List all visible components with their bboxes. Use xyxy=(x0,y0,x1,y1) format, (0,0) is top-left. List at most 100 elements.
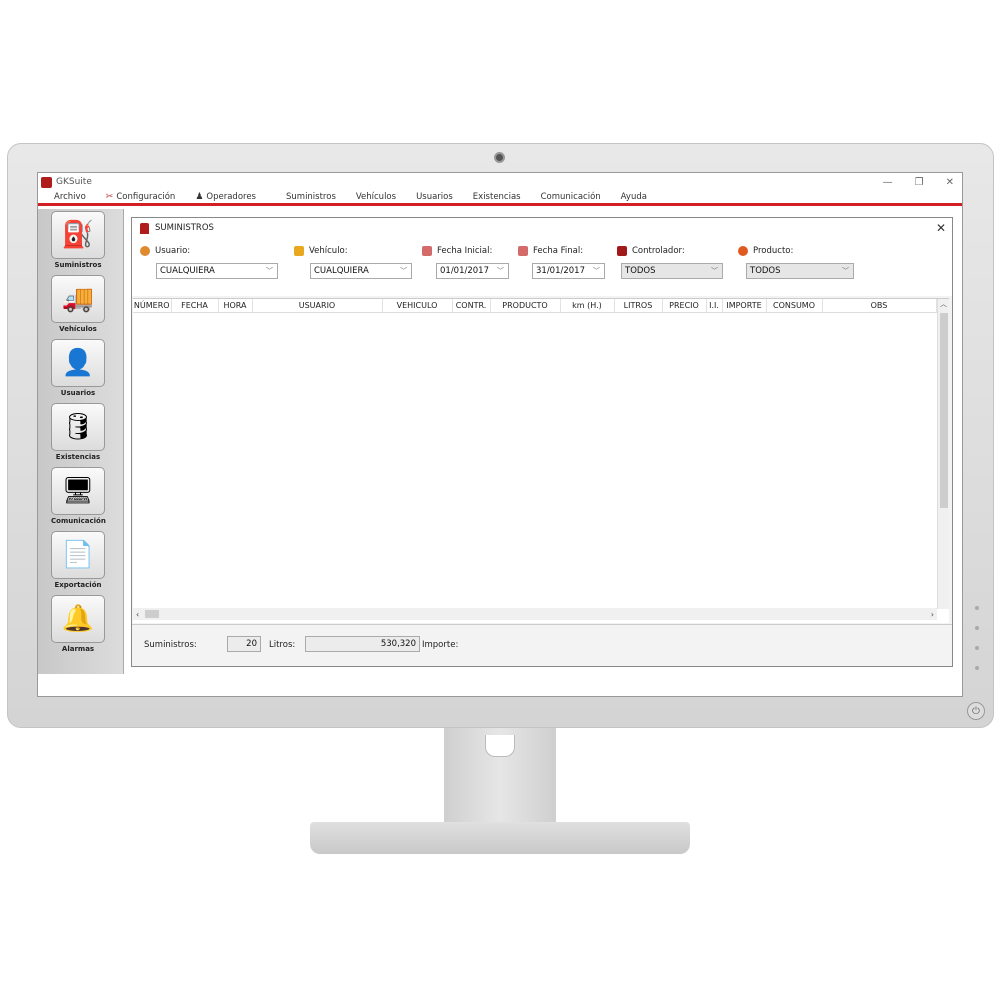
column-header[interactable]: km (H.) xyxy=(560,299,615,313)
window-title: GKSuite xyxy=(56,177,92,187)
tools-icon: ✂ xyxy=(105,192,114,202)
menu-configuracion[interactable]: ✂ Configuración xyxy=(106,192,176,202)
usuario-select[interactable]: CUALQUIERA ﹀ xyxy=(156,263,278,279)
sidebar-label: Alarmas xyxy=(61,645,95,653)
dialog-close-button[interactable]: ✕ xyxy=(936,221,946,235)
filter-producto: Producto: TODOS ﹀ xyxy=(738,244,854,279)
column-header[interactable]: CONSUMO xyxy=(766,299,823,313)
vehiculo-select[interactable]: CUALQUIERA ﹀ xyxy=(310,263,412,279)
sidebar-label: Exportación xyxy=(54,581,102,589)
truck-icon[interactable]: 🚚 xyxy=(51,275,105,323)
chevron-down-icon: ﹀ xyxy=(842,267,849,275)
sidebar-item-comunicacion[interactable]: 🖥 Comunicación xyxy=(51,467,106,525)
chevron-down-icon: ﹀ xyxy=(400,267,407,275)
operator-icon: ♟ xyxy=(195,192,204,202)
webcam xyxy=(494,152,505,163)
chevron-down-icon: ﹀ xyxy=(497,267,504,275)
dialog-title-bar: SUMINISTROS ✕ xyxy=(132,218,952,238)
scroll-up-icon[interactable]: ︿ xyxy=(938,299,949,309)
table-header: NÚMERO FECHA HORA USUARIO VEHICULO CONTR… xyxy=(133,299,937,313)
fecha-final-picker[interactable]: 31/01/2017 ﹀ xyxy=(532,263,605,279)
column-header[interactable]: HORA xyxy=(218,299,253,313)
column-header[interactable]: USUARIO xyxy=(252,299,383,313)
filter-controlador: Controlador: TODOS ﹀ xyxy=(617,244,723,279)
importe-label: Importe: xyxy=(422,640,459,650)
chevron-down-icon: ﹀ xyxy=(593,267,600,275)
menu-existencias[interactable]: Existencias xyxy=(473,192,521,202)
tank-icon[interactable]: 🛢 xyxy=(51,403,105,451)
select-value: TODOS xyxy=(750,266,781,276)
menu-label: Existencias xyxy=(472,192,521,202)
menu-vehiculos[interactable]: Vehículos xyxy=(356,192,396,202)
menu-bar: Archivo ✂ Configuración ♟ Operadores Sumin… xyxy=(38,191,962,206)
chevron-down-icon: ﹀ xyxy=(711,267,718,275)
filter-panel: Usuario: CUALQUIERA ﹀ Vehículo: CUALQUIER… xyxy=(132,238,952,296)
sidebar-label: Suministros xyxy=(54,261,102,269)
column-header[interactable]: PRECIO xyxy=(662,299,707,313)
menu-label: Vehículos xyxy=(355,192,397,202)
sidebar-label: Comunicación xyxy=(51,517,106,525)
user-icon[interactable]: 👤 xyxy=(51,339,105,387)
sidebar-item-usuarios[interactable]: 👤 Usuarios xyxy=(51,339,105,397)
column-header[interactable]: I.I. xyxy=(706,299,723,313)
menu-ayuda[interactable]: Ayuda xyxy=(621,192,647,202)
litros-total-field: 530,320 xyxy=(305,636,420,652)
restore-button[interactable]: ❐ xyxy=(915,177,924,188)
sidebar-item-alarmas[interactable]: 🔔 Alarmas xyxy=(51,595,105,653)
horizontal-scrollbar[interactable]: ‹ › xyxy=(133,608,937,620)
sidebar-label: Vehículos xyxy=(59,325,97,333)
select-value: CUALQUIERA xyxy=(160,266,215,276)
fuel-pump-icon xyxy=(140,222,149,234)
chevron-down-icon: ﹀ xyxy=(266,267,273,275)
column-header[interactable]: PRODUCTO xyxy=(490,299,561,313)
bell-icon[interactable]: 🔔 xyxy=(51,595,105,643)
controlador-select[interactable]: TODOS ﹀ xyxy=(621,263,723,279)
scroll-right-icon[interactable]: › xyxy=(931,610,934,619)
menu-operadores[interactable]: ♟ Operadores xyxy=(195,192,256,202)
close-button[interactable]: ✕ xyxy=(946,177,954,188)
vertical-scrollbar[interactable]: ︿ xyxy=(937,299,949,609)
side-button xyxy=(975,626,979,630)
menu-comunicacion[interactable]: Comunicación xyxy=(541,192,601,202)
column-header[interactable]: FECHA xyxy=(171,299,219,313)
filter-label: Fecha Inicial: xyxy=(437,246,493,256)
menu-label: Usuarios xyxy=(416,192,453,202)
sidebar-item-suministros[interactable]: ⛽ Suministros xyxy=(51,211,105,269)
menu-label: Suministros xyxy=(286,192,336,202)
suministros-count-label: Suministros: xyxy=(144,640,197,650)
filter-label: Usuario: xyxy=(155,246,191,256)
sidebar-item-existencias[interactable]: 🛢 Existencias xyxy=(51,403,105,461)
fuel-pump-icon[interactable]: ⛽ xyxy=(51,211,105,259)
monitor-transfer-icon[interactable]: 🖥 xyxy=(51,467,105,515)
scroll-thumb[interactable] xyxy=(145,610,159,618)
select-value: CUALQUIERA xyxy=(314,266,369,276)
menu-archivo[interactable]: Archivo xyxy=(54,192,86,202)
filter-fecha-inicial: Fecha Inicial: 01/01/2017 ﹀ xyxy=(422,244,509,279)
sidebar-item-vehiculos[interactable]: 🚚 Vehículos xyxy=(51,275,105,333)
filter-label: Producto: xyxy=(753,246,794,256)
summary-footer: Suministros: 20 Litros: 530,320 Importe: xyxy=(132,624,952,666)
column-header[interactable]: LITROS xyxy=(614,299,663,313)
menu-suministros[interactable]: Suministros xyxy=(286,192,336,202)
app-logo-icon xyxy=(41,176,52,188)
export-icon[interactable]: 📄 xyxy=(51,531,105,579)
column-header[interactable]: OBS xyxy=(822,299,937,313)
column-header[interactable]: VEHICULO xyxy=(382,299,453,313)
fecha-inicial-picker[interactable]: 01/01/2017 ﹀ xyxy=(436,263,509,279)
minimize-button[interactable]: — xyxy=(883,177,893,188)
title-bar: GKSuite — ❐ ✕ xyxy=(38,173,962,191)
column-header[interactable]: IMPORTE xyxy=(722,299,767,313)
suministros-count-field: 20 xyxy=(227,636,261,652)
side-button xyxy=(975,646,979,650)
column-header[interactable]: CONTR. xyxy=(452,299,491,313)
column-header[interactable]: NÚMERO xyxy=(133,299,172,313)
calendar-icon xyxy=(518,246,528,256)
menu-usuarios[interactable]: Usuarios xyxy=(416,192,453,202)
scroll-left-icon[interactable]: ‹ xyxy=(136,610,139,619)
calendar-icon xyxy=(422,246,432,256)
sidebar-item-exportacion[interactable]: 📄 Exportación xyxy=(51,531,105,589)
scroll-thumb[interactable] xyxy=(940,313,948,508)
menu-label: Archivo xyxy=(54,192,86,202)
producto-select[interactable]: TODOS ﹀ xyxy=(746,263,854,279)
filter-label: Controlador: xyxy=(632,246,685,256)
